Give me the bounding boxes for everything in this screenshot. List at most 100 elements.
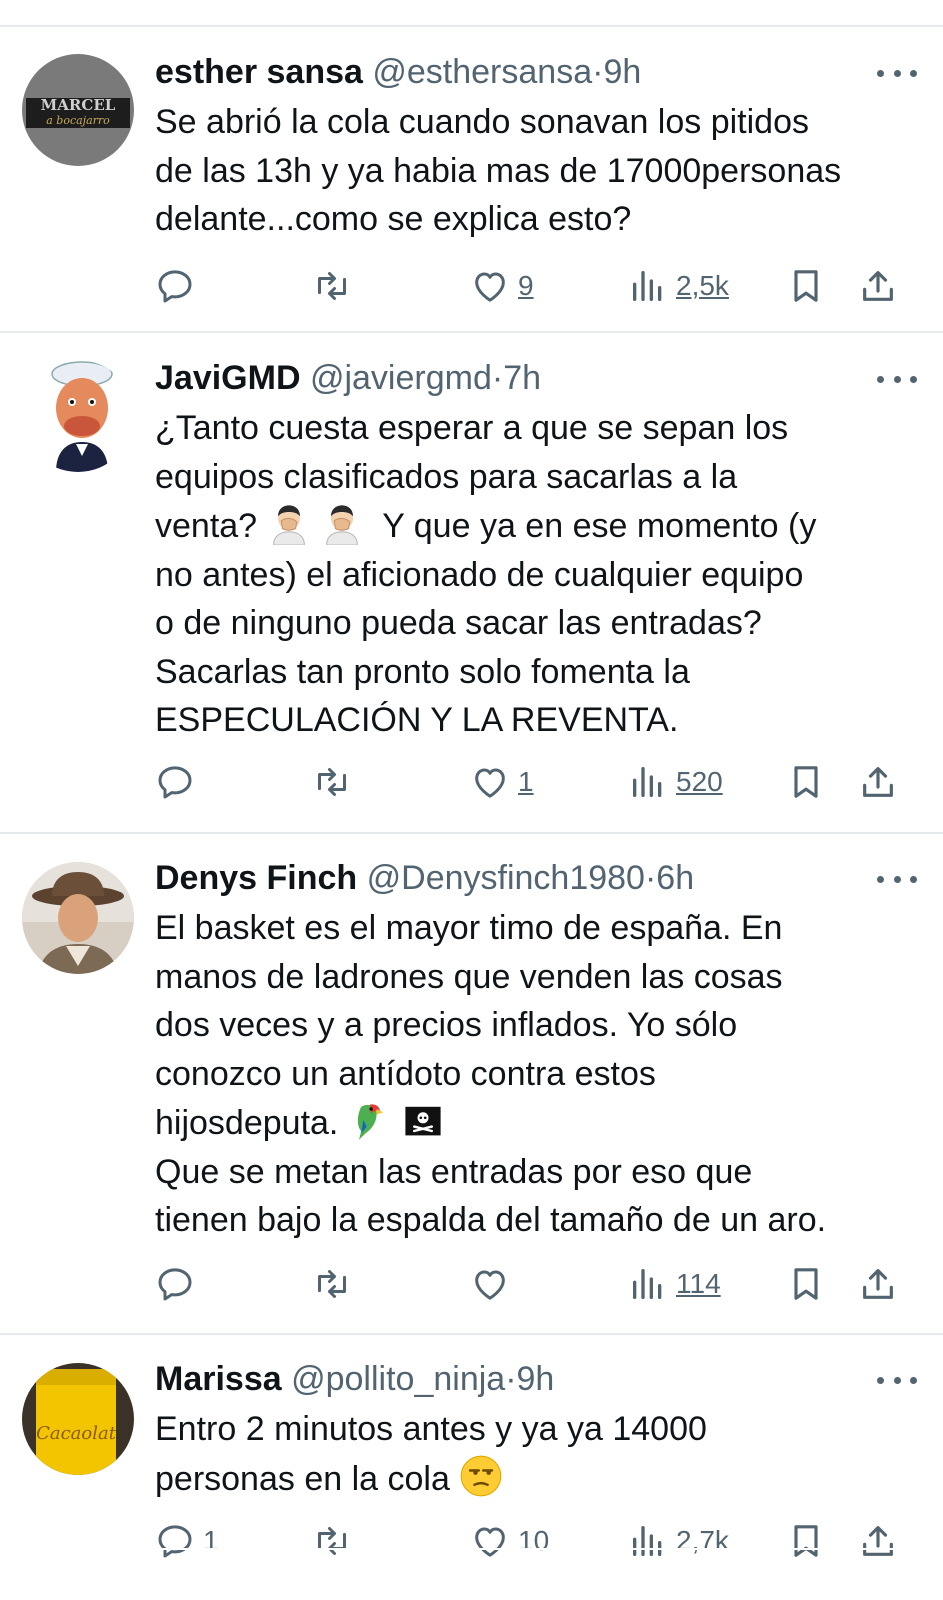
facepalm-emoji-icon — [267, 501, 311, 545]
share-button[interactable] — [858, 260, 898, 312]
tweet-divider — [0, 1333, 943, 1335]
tweet-header: JaviGMD @javiergmd·7h — [155, 356, 541, 400]
avatar[interactable] — [22, 360, 134, 472]
like-icon — [470, 1264, 510, 1304]
action-bar: 1 520 — [0, 756, 943, 808]
reply-icon — [155, 1521, 195, 1561]
share-button[interactable] — [858, 1515, 898, 1567]
views-icon — [628, 266, 668, 306]
reply-icon — [155, 1264, 195, 1304]
tweet-text-part: Entro 2 minutos antes y ya ya 14000 pers… — [155, 1410, 707, 1498]
reply-button[interactable] — [155, 1258, 195, 1310]
bookmark-icon — [786, 762, 826, 802]
view-count: 114 — [676, 1268, 721, 1299]
retweet-icon — [312, 266, 352, 306]
like-button[interactable]: 1 — [470, 756, 534, 808]
like-button[interactable]: 9 — [470, 260, 534, 312]
avatar-logo-text: MARCEL — [41, 96, 116, 114]
more-icon[interactable] — [877, 58, 917, 88]
author-name[interactable]: Marissa — [155, 1360, 282, 1398]
separator-dot: · — [491, 359, 504, 397]
reply-icon — [155, 266, 195, 306]
share-icon — [858, 762, 898, 802]
like-icon — [470, 762, 510, 802]
share-button[interactable] — [858, 1258, 898, 1310]
views-button[interactable]: 520 — [628, 756, 723, 808]
avatar-logo-text: Cacaolat — [36, 1423, 117, 1444]
avatar[interactable]: MARCEL a bocajarro — [22, 54, 134, 166]
timestamp[interactable]: 7h — [503, 359, 541, 397]
views-button[interactable]: 2,7k — [628, 1515, 729, 1567]
reply-count: 1 — [203, 1525, 219, 1556]
facepalm-emoji-icon — [320, 501, 364, 545]
bottom-edge — [0, 1548, 943, 1550]
action-bar: 1 10 2,7k — [0, 1515, 943, 1567]
retweet-button[interactable] — [312, 260, 352, 312]
bookmark-button[interactable] — [786, 260, 826, 312]
views-icon — [628, 1264, 668, 1304]
tweet-text-part: Que se metan las entradas por eso que ti… — [155, 1152, 827, 1240]
separator-dot: · — [505, 1360, 517, 1398]
views-icon — [628, 1521, 668, 1561]
tweet-text: Se abrió la cola cuando sonavan los piti… — [155, 103, 842, 238]
tweet-header: Marissa @pollito_ninja·9h — [155, 1357, 554, 1401]
author-handle[interactable]: @javiergmd — [310, 359, 492, 397]
more-icon[interactable] — [877, 864, 917, 894]
view-count: 520 — [676, 766, 723, 797]
tweet-header: esther sansa @esthersansa·9h — [155, 50, 641, 94]
reply-button[interactable] — [155, 756, 195, 808]
view-count: 2,5k — [676, 270, 729, 301]
author-name[interactable]: esther sansa — [155, 53, 363, 91]
author-handle[interactable]: @pollito_ninja — [291, 1360, 505, 1398]
retweet-icon — [312, 762, 352, 802]
like-count: 1 — [518, 766, 534, 797]
more-icon[interactable] — [877, 364, 917, 394]
separator-dot: · — [644, 859, 657, 897]
retweet-button[interactable] — [312, 1515, 352, 1567]
action-bar: 114 — [0, 1258, 943, 1310]
author-handle[interactable]: @esthersansa — [372, 53, 592, 91]
like-icon — [470, 266, 510, 306]
action-bar: 9 2,5k — [0, 260, 943, 312]
avatar[interactable]: Cacaolat — [22, 1363, 134, 1475]
parrot-emoji-icon — [348, 1098, 392, 1142]
svg-text:a bocajarro: a bocajarro — [46, 114, 110, 127]
bookmark-icon — [786, 266, 826, 306]
share-icon — [858, 1264, 898, 1304]
timestamp[interactable]: 6h — [656, 859, 694, 897]
timestamp[interactable]: 9h — [517, 1360, 555, 1398]
retweet-icon — [312, 1521, 352, 1561]
share-button[interactable] — [858, 756, 898, 808]
bookmark-button[interactable] — [786, 756, 826, 808]
avatar[interactable] — [22, 862, 134, 974]
like-count: 10 — [518, 1525, 550, 1556]
bookmark-button[interactable] — [786, 1515, 826, 1567]
retweet-button[interactable] — [312, 756, 352, 808]
like-button[interactable]: 10 — [470, 1515, 549, 1567]
tweet-divider — [0, 331, 943, 333]
tweet-text: Entro 2 minutos antes y ya ya 14000 pers… — [155, 1405, 925, 1503]
views-icon — [628, 762, 668, 802]
bookmark-button[interactable] — [786, 1258, 826, 1310]
author-name[interactable]: Denys Finch — [155, 859, 357, 897]
like-count: 9 — [518, 270, 534, 301]
bookmark-icon — [786, 1264, 826, 1304]
reply-button[interactable]: 1 — [155, 1515, 219, 1567]
retweet-button[interactable] — [312, 1258, 352, 1310]
like-button[interactable] — [470, 1258, 510, 1310]
tweet-text: El basket es el mayor timo de españa. En… — [155, 904, 925, 1245]
views-button[interactable]: 2,5k — [628, 260, 729, 312]
timestamp[interactable]: 9h — [603, 53, 641, 91]
tweet-text-part: El basket es el mayor timo de españa. En… — [155, 909, 783, 1142]
reply-button[interactable] — [155, 260, 195, 312]
author-name[interactable]: JaviGMD — [155, 359, 301, 397]
author-handle[interactable]: @Denysfinch1980 — [367, 859, 645, 897]
share-icon — [858, 266, 898, 306]
view-count: 2,7k — [676, 1525, 729, 1556]
bookmark-icon — [786, 1521, 826, 1561]
tweet-divider — [0, 832, 943, 834]
views-button[interactable]: 114 — [628, 1258, 721, 1310]
unamused-face-emoji-icon — [459, 1454, 503, 1498]
more-icon[interactable] — [877, 1365, 917, 1395]
retweet-icon — [312, 1264, 352, 1304]
